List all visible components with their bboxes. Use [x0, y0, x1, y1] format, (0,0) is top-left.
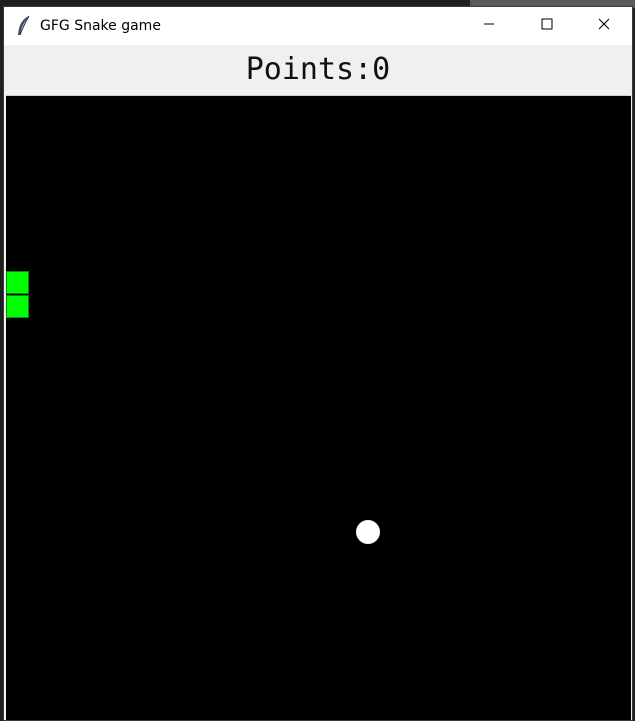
- minimize-icon: [483, 17, 495, 35]
- snake-segment: [6, 295, 29, 318]
- snake-game-window: GFG Snake game Points:0: [3, 6, 633, 721]
- close-icon: [598, 17, 610, 35]
- feather-icon: [14, 15, 34, 37]
- maximize-icon: [541, 17, 553, 35]
- game-canvas[interactable]: [6, 95, 631, 720]
- window-title: GFG Snake game: [40, 18, 161, 34]
- score-label: Points:0: [245, 52, 391, 87]
- title-bar[interactable]: GFG Snake game: [4, 7, 632, 45]
- food-dot: [356, 520, 380, 544]
- minimize-button[interactable]: [460, 7, 518, 45]
- score-header: Points:0: [4, 45, 632, 95]
- snake-segment: [6, 271, 29, 294]
- close-button[interactable]: [575, 7, 632, 45]
- maximize-button[interactable]: [518, 7, 576, 45]
